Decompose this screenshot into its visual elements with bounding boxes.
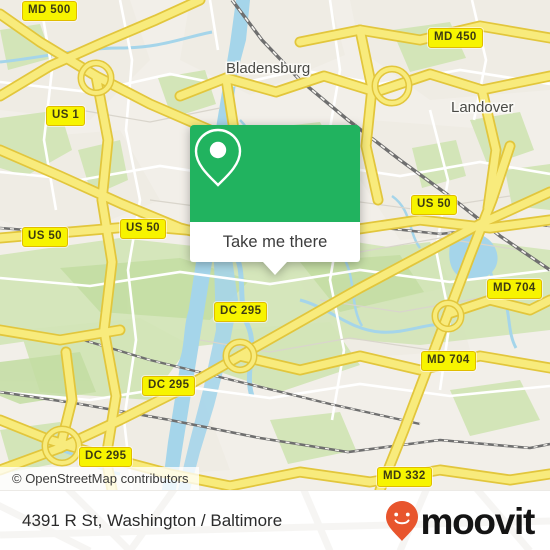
highway-shield-us-50-east: US 50 <box>411 195 457 215</box>
location-popup-card[interactable]: Take me there <box>190 125 360 275</box>
address-label: 4391 R St, Washington / Baltimore <box>22 511 283 530</box>
highway-shield-us-50-west: US 50 <box>22 227 68 247</box>
highway-shield-dc-295-lower: DC 295 <box>79 447 133 467</box>
moovit-map-screen: Bladensburg Landover MD 500 MD 450 US 1 … <box>0 0 550 550</box>
moovit-pin-icon <box>385 501 418 541</box>
take-me-there-button[interactable]: Take me there <box>190 222 360 262</box>
highway-shield-md-500: MD 500 <box>22 1 77 21</box>
moovit-logo[interactable]: moovit <box>385 500 536 542</box>
highway-shield-md-704-south: MD 704 <box>421 351 476 371</box>
popup-pointer-tail <box>263 262 287 275</box>
highway-shield-md-450: MD 450 <box>428 28 483 48</box>
map-pin-icon <box>194 128 242 187</box>
highway-shield-dc-295-mid: DC 295 <box>142 376 196 396</box>
highway-shield-md-704-east: MD 704 <box>487 279 542 299</box>
highway-shield-dc-295-upper: DC 295 <box>214 302 268 322</box>
highway-shield-md-332: MD 332 <box>377 467 432 487</box>
osm-attribution[interactable]: © OpenStreetMap contributors <box>0 467 199 490</box>
highway-shield-us-50-center: US 50 <box>120 219 166 239</box>
map-canvas[interactable]: Bladensburg Landover MD 500 MD 450 US 1 … <box>0 0 550 490</box>
footer-bar: 4391 R St, Washington / Baltimore moovit <box>0 490 550 550</box>
moovit-wordmark: moovit <box>420 500 536 542</box>
highway-shield-us-1: US 1 <box>46 106 86 126</box>
popup-icon-area <box>190 125 360 222</box>
